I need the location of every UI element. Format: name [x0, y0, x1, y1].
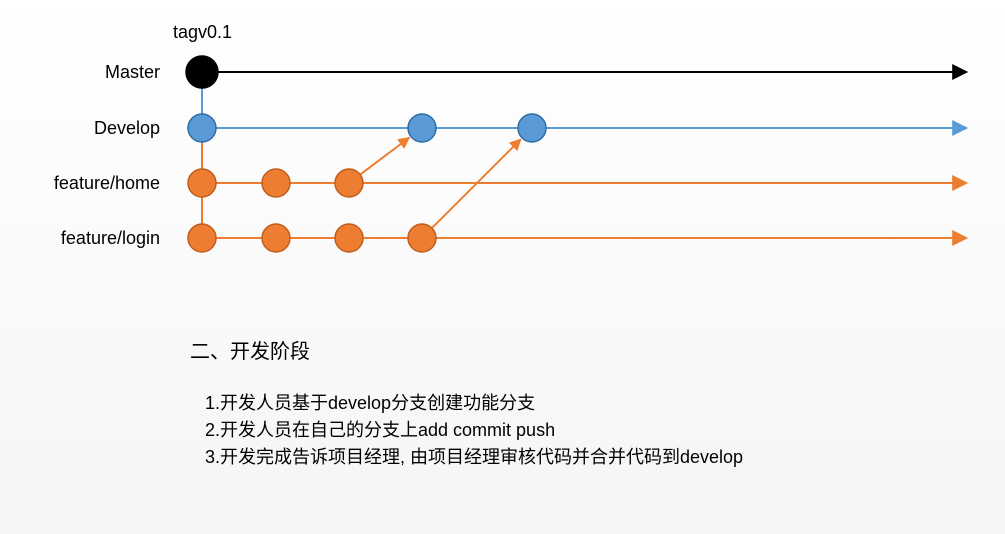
commit-node: [188, 114, 216, 142]
commit-node: [188, 169, 216, 197]
commit-node: [262, 169, 290, 197]
commit-node: [335, 169, 363, 197]
commit-node: [518, 114, 546, 142]
branch-lines-group: [202, 72, 965, 238]
commit-node: [186, 56, 218, 88]
git-branch-diagram: [0, 0, 1005, 300]
commit-node: [262, 224, 290, 252]
merge-arrow: [360, 138, 409, 175]
step-item: 2.开发人员在自己的分支上add commit push: [205, 417, 743, 444]
step-item: 1.开发人员基于develop分支创建功能分支: [205, 390, 743, 417]
commit-node: [408, 114, 436, 142]
step-list: 1.开发人员基于develop分支创建功能分支 2.开发人员在自己的分支上add…: [205, 390, 743, 471]
commit-node: [188, 224, 216, 252]
commit-node: [335, 224, 363, 252]
step-item: 3.开发完成告诉项目经理, 由项目经理审核代码并合并代码到develop: [205, 444, 743, 471]
commits-group: [186, 56, 546, 252]
section-title: 二、开发阶段: [190, 335, 310, 364]
commit-node: [408, 224, 436, 252]
